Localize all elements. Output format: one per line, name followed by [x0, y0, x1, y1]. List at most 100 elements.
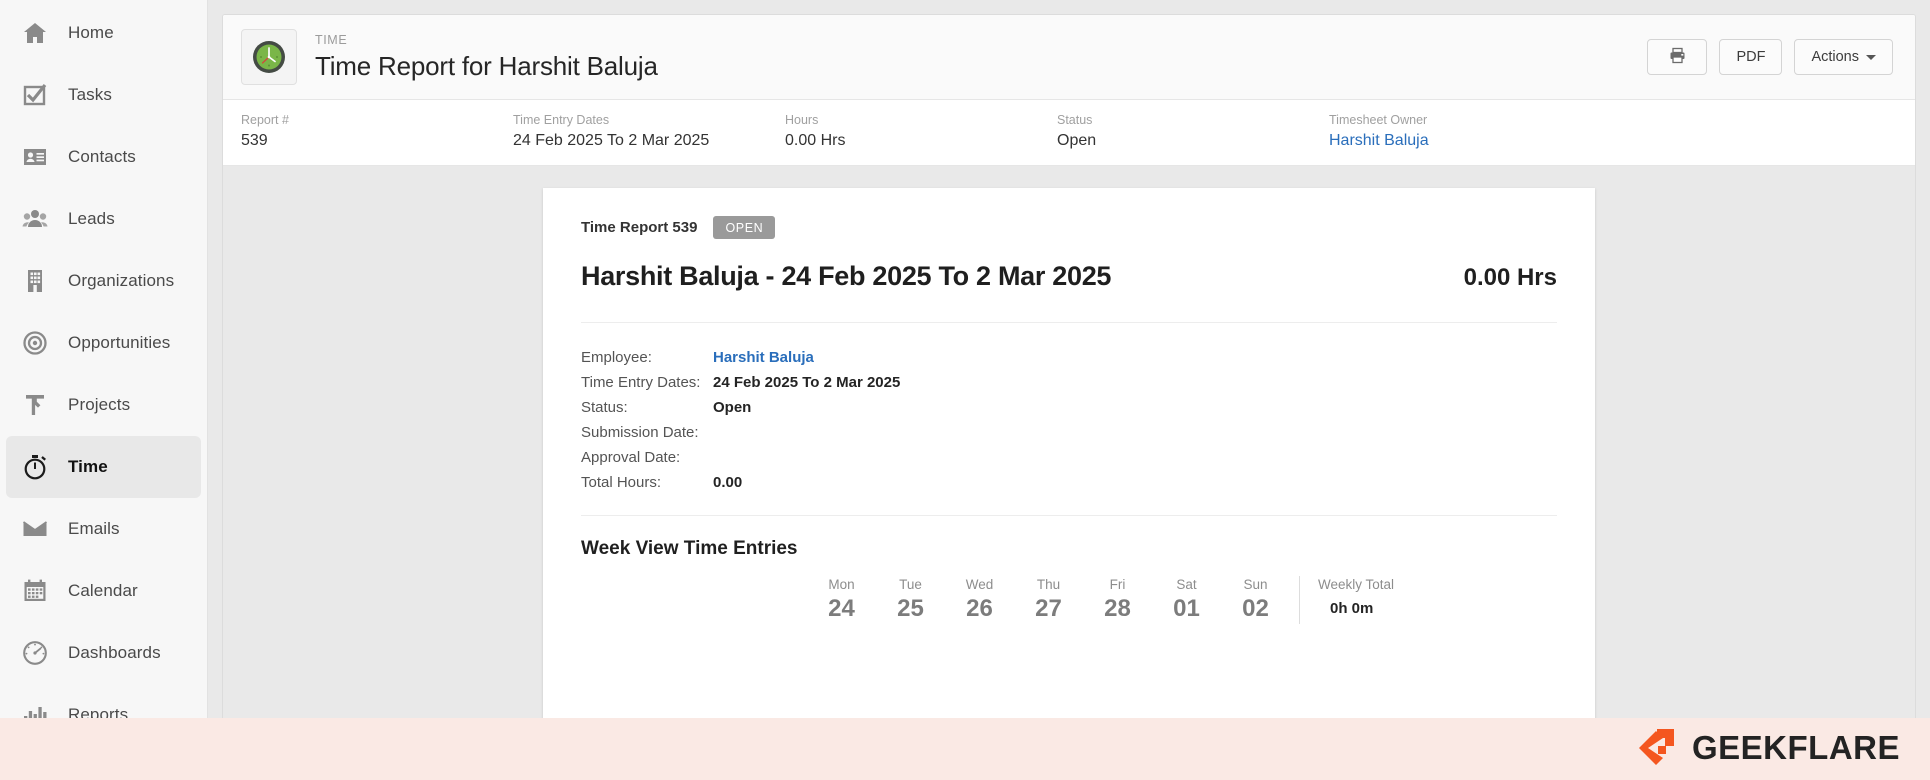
header-actions: PDF Actions [1647, 39, 1893, 75]
detail-label: Submission Date: [581, 424, 699, 441]
sidebar-item-label: Calendar [68, 581, 138, 600]
sidebar-item-projects[interactable]: Projects [6, 374, 201, 436]
meta-field-status: Status Open [1057, 112, 1329, 151]
sidebar-item-label: Time [68, 457, 108, 476]
pdf-button[interactable]: PDF [1719, 39, 1783, 75]
detail-row: Status: Open [581, 395, 1557, 420]
sidebar-item-label: Home [68, 23, 114, 42]
detail-row: Approval Date: [581, 445, 1557, 470]
actions-dropdown-button[interactable]: Actions [1794, 39, 1893, 75]
meta-field-hours: Hours 0.00 Hrs [785, 112, 1057, 151]
green-clock-icon [241, 29, 297, 85]
meta-value[interactable]: Harshit Baluja [1329, 131, 1601, 151]
document-headline: Harshit Baluja - 24 Feb 2025 To 2 Mar 20… [581, 261, 1557, 292]
detail-label: Approval Date: [581, 449, 681, 466]
sidebar-item-label: Organizations [68, 271, 175, 290]
envelope-icon [20, 514, 50, 544]
app-root: Home Tasks Contacts Leads Organizations Oppor… [0, 0, 1930, 780]
sidebar-item-opportunities[interactable]: Opportunities [6, 312, 201, 374]
geekflare-watermark: GEEKFLARE [1634, 726, 1900, 770]
week-day-number: 02 [1242, 595, 1269, 622]
meta-value: 0.00 Hrs [785, 132, 846, 149]
meta-value: Open [1057, 132, 1097, 149]
print-button[interactable] [1647, 39, 1708, 75]
week-view-header-row: Mon 24 Tue 25 Wed 26 Thu 27 Fri 28 Sat 01 Sun 02 Weekl… [581, 576, 1557, 624]
sidebar-item-label: Leads [68, 209, 115, 228]
weekly-total-column: Weekly Total 0h 0m [1299, 576, 1419, 624]
meta-value: 539 [241, 132, 268, 149]
page-title: Time Report for Harshit Baluja [315, 50, 658, 81]
report-details-list: Employee: Harshit Baluja Time Entry Dates:… [581, 323, 1557, 515]
document-topline: Time Report 539 OPEN [581, 216, 1557, 239]
status-badge: OPEN [713, 216, 776, 239]
detail-label: Total Hours: [581, 474, 662, 491]
meta-label: Time Entry Dates [513, 113, 610, 127]
checkbox-icon [20, 80, 50, 110]
hammer-icon [20, 390, 50, 420]
detail-value[interactable]: Harshit Baluja [713, 345, 814, 370]
week-day-column-thu: Thu 27 [1014, 576, 1083, 624]
chevron-down-icon [1866, 54, 1876, 60]
meta-field-report: Report # 539 [241, 112, 513, 151]
week-day-number: 25 [897, 595, 924, 622]
week-day-number: 01 [1173, 595, 1200, 622]
detail-row: Time Entry Dates: 24 Feb 2025 To 2 Mar 20… [581, 370, 1557, 395]
detail-label: Time Entry Dates: [581, 374, 701, 391]
sidebar-item-contacts[interactable]: Contacts [6, 126, 201, 188]
week-day-name: Wed [965, 577, 994, 592]
target-icon [20, 328, 50, 358]
week-day-column-sun: Sun 02 [1221, 576, 1290, 624]
people-icon [20, 204, 50, 234]
weekly-total-value: 0h 0m [1330, 600, 1374, 617]
meta-label: Report # [241, 113, 289, 127]
week-day-name: Sat [1176, 577, 1197, 592]
geekflare-logo-icon [1634, 726, 1678, 770]
panel-body: Time Report 539 OPEN Harshit Baluja - 24… [223, 166, 1915, 780]
week-day-number: 27 [1035, 595, 1062, 622]
time-report-card: Time Report 539 OPEN Harshit Baluja - 24… [543, 188, 1595, 780]
detail-value: 0.00 [713, 474, 743, 491]
sidebar-item-label: Emails [68, 519, 120, 538]
sidebar: Home Tasks Contacts Leads Organizations Oppor… [0, 0, 208, 780]
detail-value: Open [713, 399, 752, 416]
sidebar-item-time[interactable]: Time [6, 436, 201, 498]
sidebar-item-emails[interactable]: Emails [6, 498, 201, 560]
week-day-name: Sun [1243, 577, 1268, 592]
home-icon [20, 18, 50, 48]
detail-label: Employee: [581, 349, 652, 366]
sidebar-item-leads[interactable]: Leads [6, 188, 201, 250]
calendar-icon [20, 576, 50, 606]
sidebar-item-home[interactable]: Home [6, 2, 201, 64]
panel-header: TIME Time Report for Harshit Baluja PDF … [223, 15, 1915, 100]
sidebar-item-label: Tasks [68, 85, 112, 104]
module-eyebrow: TIME [315, 32, 348, 47]
week-day-name: Tue [899, 577, 922, 592]
meta-label: Timesheet Owner [1329, 113, 1428, 127]
week-day-number: 28 [1104, 595, 1131, 622]
report-heading: Harshit Baluja - 24 Feb 2025 To 2 Mar 20… [581, 261, 1112, 291]
week-day-name: Mon [828, 577, 855, 592]
sidebar-item-label: Dashboards [68, 643, 161, 662]
contact-card-icon [20, 142, 50, 172]
detail-value: 24 Feb 2025 To 2 Mar 2025 [713, 374, 901, 391]
sidebar-item-dashboards[interactable]: Dashboards [6, 622, 201, 684]
geekflare-wordmark: GEEKFLARE [1691, 729, 1900, 766]
gauge-icon [20, 638, 50, 668]
week-day-name: Fri [1109, 577, 1126, 592]
weekly-total-label: Weekly Total [1318, 577, 1395, 592]
sidebar-item-tasks[interactable]: Tasks [6, 64, 201, 126]
header-titles: TIME Time Report for Harshit Baluja [315, 33, 1647, 82]
detail-row: Submission Date: [581, 420, 1557, 445]
sidebar-item-organizations[interactable]: Organizations [6, 250, 201, 312]
main-region: TIME Time Report for Harshit Baluja PDF … [208, 0, 1930, 780]
week-day-number: 24 [828, 595, 855, 622]
sidebar-item-calendar[interactable]: Calendar [6, 560, 201, 622]
week-day-column-tue: Tue 25 [876, 576, 945, 624]
detail-label: Status: [581, 399, 628, 416]
week-day-name: Thu [1036, 577, 1061, 592]
sidebar-item-label: Opportunities [68, 333, 171, 352]
sidebar-item-label: Projects [68, 395, 131, 414]
actions-label: Actions [1811, 49, 1859, 65]
week-view-section-title: Week View Time Entries [581, 538, 798, 559]
week-day-column-sat: Sat 01 [1152, 576, 1221, 624]
